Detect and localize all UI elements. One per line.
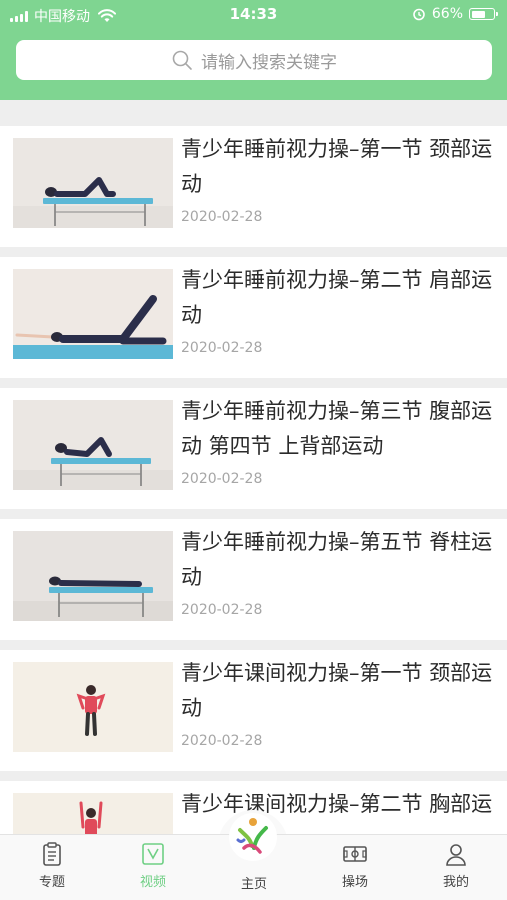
- tab-playground[interactable]: 操场: [320, 841, 390, 890]
- video-date: 2020-02-28: [181, 602, 263, 618]
- tab-playground-label: 操场: [341, 875, 368, 890]
- home-logo-icon[interactable]: [228, 812, 278, 862]
- video-list-item[interactable]: 青少年课间视力操–第一节 颈部运动 2020-02-28: [0, 650, 507, 771]
- status-bar: 中国移动 14:33 66%: [0, 0, 507, 30]
- search-placeholder: 请输入搜索关键字: [201, 52, 337, 73]
- tab-topic[interactable]: 专题: [17, 841, 87, 890]
- field-icon: [343, 846, 367, 862]
- video-list-item[interactable]: 青少年睡前视力操–第五节 脊柱运动 2020-02-28: [0, 519, 507, 640]
- video-list-item[interactable]: 青少年睡前视力操–第二节 肩部运动 2020-02-28: [0, 257, 507, 378]
- tab-mine-label: 我的: [442, 875, 469, 890]
- user-icon: [446, 844, 466, 866]
- video-thumbnail[interactable]: [13, 138, 173, 228]
- search-input[interactable]: 请输入搜索关键字: [16, 40, 492, 80]
- video-icon: [142, 843, 164, 865]
- video-thumbnail[interactable]: [13, 269, 173, 359]
- video-thumbnail[interactable]: [13, 531, 173, 621]
- video-date: 2020-02-28: [181, 733, 263, 749]
- video-title: 青少年睡前视力操–第一节 颈部运动: [181, 137, 493, 196]
- video-date: 2020-02-28: [181, 209, 263, 225]
- video-date: 2020-02-28: [181, 471, 263, 487]
- video-title: 青少年课间视力操–第一节 颈部运动: [181, 661, 493, 720]
- tab-topic-label: 专题: [38, 875, 65, 890]
- header-bar: 中国移动 14:33 66% 请输入搜索关键字: [0, 0, 507, 100]
- search-icon: [172, 50, 192, 70]
- battery-icon: [469, 8, 498, 20]
- alarm-icon: [413, 8, 425, 21]
- video-date: 2020-02-28: [181, 340, 263, 356]
- video-list-item[interactable]: 青少年睡前视力操–第三节 腹部运动 第四节 上背部运动 2020-02-28: [0, 388, 507, 509]
- video-title: 青少年睡前视力操–第五节 脊柱运动: [181, 530, 493, 589]
- video-thumbnail[interactable]: [13, 400, 173, 490]
- tab-video-label: 视频: [139, 875, 166, 890]
- tab-home[interactable]: 主页: [219, 873, 289, 892]
- video-list-item[interactable]: 青少年睡前视力操–第一节 颈部运动 2020-02-28: [0, 126, 507, 247]
- tab-mine[interactable]: 我的: [421, 841, 491, 890]
- video-title: 青少年睡前视力操–第三节 腹部运动 第四节 上背部运动: [181, 399, 493, 458]
- clipboard-icon: [43, 842, 61, 866]
- battery-percent: 66%: [431, 6, 463, 22]
- tab-home-label: 主页: [240, 877, 267, 892]
- video-title: 青少年睡前视力操–第二节 肩部运动: [181, 268, 493, 327]
- video-thumbnail[interactable]: [13, 662, 173, 752]
- tab-video[interactable]: 视频: [118, 841, 188, 890]
